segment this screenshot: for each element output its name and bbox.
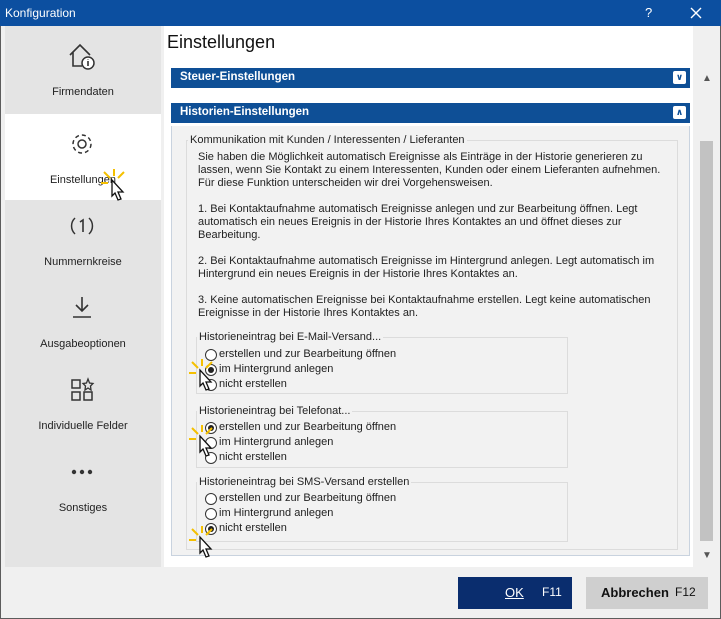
custom-fields-icon: [71, 377, 95, 401]
option-3-paragraph: 3. Keine automatischen Ereignisse bei Ko…: [198, 294, 651, 319]
radio-label: im Hintergrund anlegen: [219, 363, 334, 375]
sidebar-item-label: Einstellungen: [49, 174, 117, 186]
ok-label: OK: [505, 585, 524, 600]
option-2-paragraph: 2. Bei Kontaktaufnahme automatisch Ereig…: [198, 255, 655, 280]
section-historien-einstellungen[interactable]: Historien-Einstellungen ∧: [171, 103, 690, 123]
sidebar-item-label: Firmendaten: [52, 86, 114, 98]
sidebar-item-einstellungen[interactable]: Einstellungen: [5, 114, 161, 200]
email-group-title: Historieneintrag bei E-Mail-Versand...: [197, 331, 384, 343]
radio-circle[interactable]: [205, 508, 217, 520]
sidebar-item-label: Ausgabeoptionen: [40, 338, 126, 350]
radio-label: nicht erstellen: [219, 451, 287, 463]
intro-paragraph: Sie haben die Möglichkeit automatisch Er…: [198, 151, 661, 189]
settings-content: Einstellungen Steuer-Einstellungen ∨ His…: [164, 26, 693, 567]
radio-label: nicht erstellen: [219, 378, 287, 390]
gear-icon: [72, 134, 92, 154]
sidebar-item-individuelle-felder[interactable]: Individuelle Felder: [5, 360, 161, 446]
historien-panel: Kommunikation mit Kunden / Interessenten…: [171, 126, 690, 556]
sidebar: Firmendaten Einstellungen Nummernkreise …: [5, 26, 161, 567]
sidebar-item-nummernkreise[interactable]: Nummernkreise: [5, 196, 161, 282]
cancel-shortcut: F12: [675, 585, 696, 599]
telefon-group-title: Historieneintrag bei Telefonat...: [197, 405, 353, 417]
download-icon: [73, 297, 91, 318]
pointer-click-icon: [101, 169, 125, 201]
cancel-label: Abbrechen: [601, 585, 669, 600]
scrollbar-thumb[interactable]: [700, 141, 713, 541]
radio-label: erstellen und zur Bearbeitung öffnen: [219, 492, 397, 504]
page-title: Einstellungen: [167, 32, 276, 52]
section-title: Steuer-Einstellungen: [180, 71, 296, 83]
dialog-body: Firmendaten Einstellungen Nummernkreise …: [1, 26, 720, 618]
cancel-button[interactable]: Abbrechen F12: [586, 577, 708, 609]
option-1-paragraph: 1. Bei Kontaktaufnahme automatisch Ereig…: [198, 203, 638, 241]
scroll-up-icon[interactable]: ▲: [702, 73, 712, 84]
sms-group-title: Historieneintrag bei SMS-Versand erstell…: [197, 476, 412, 488]
close-icon[interactable]: [687, 4, 705, 22]
section-steuer-einstellungen[interactable]: Steuer-Einstellungen ∨: [171, 68, 690, 88]
ok-button[interactable]: OK F11: [458, 577, 572, 609]
sidebar-item-label: Sonstiges: [58, 502, 108, 514]
radio-label: im Hintergrund anlegen: [219, 507, 334, 519]
window-titlebar: Konfiguration ?: [0, 0, 721, 26]
home-info-icon: [69, 43, 95, 70]
sidebar-item-ausgabeoptionen[interactable]: Ausgabeoptionen: [5, 278, 161, 364]
sidebar-item-label: Nummernkreise: [44, 256, 122, 268]
group-title: Kommunikation mit Kunden / Interessenten…: [188, 134, 467, 146]
chevron-double-up-icon[interactable]: ∧: [673, 106, 686, 119]
ok-shortcut: F11: [542, 585, 562, 599]
radio-label: im Hintergrund anlegen: [219, 436, 334, 448]
number-cycle-icon: [70, 217, 94, 235]
section-title: Historien-Einstellungen: [180, 106, 310, 118]
sidebar-item-firmendaten[interactable]: Firmendaten: [5, 26, 161, 112]
radio-label: nicht erstellen: [219, 522, 287, 534]
vertical-scrollbar[interactable]: ▲ ▼: [698, 71, 715, 567]
sidebar-item-sonstiges[interactable]: Sonstiges: [5, 442, 161, 528]
window-title: Konfiguration: [5, 6, 76, 20]
radio-label: erstellen und zur Bearbeitung öffnen: [219, 421, 397, 433]
chevron-double-down-icon[interactable]: ∨: [673, 71, 686, 84]
radio-label: erstellen und zur Bearbeitung öffnen: [219, 348, 397, 360]
sidebar-item-label: Individuelle Felder: [38, 420, 128, 432]
pointer-click-icon: [189, 425, 213, 457]
pointer-click-icon: [189, 359, 213, 391]
pointer-click-icon: [189, 526, 213, 558]
more-dots-icon: [71, 469, 93, 475]
help-button[interactable]: ?: [645, 5, 652, 20]
scroll-down-icon[interactable]: ▼: [702, 550, 712, 561]
radio-circle[interactable]: [205, 493, 217, 505]
